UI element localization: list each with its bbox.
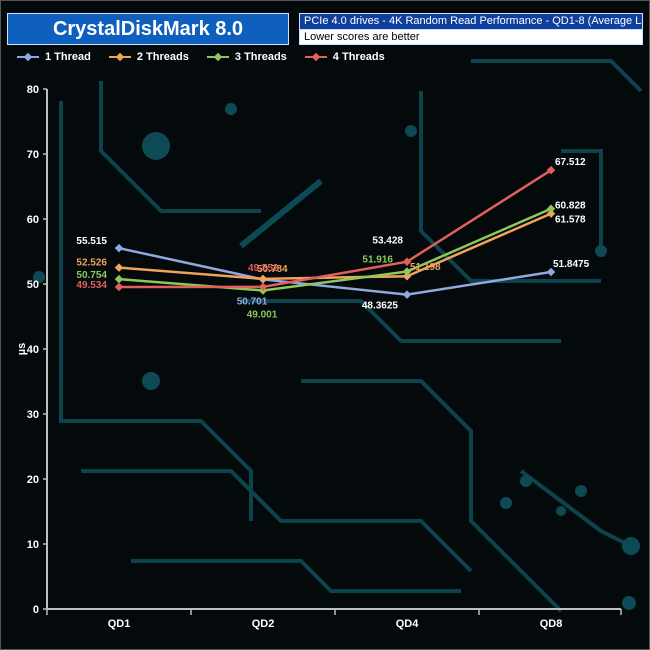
data-label: 51.198	[410, 262, 441, 273]
data-label: 49.534	[76, 280, 107, 291]
y-tick-label: 20	[27, 474, 39, 486]
data-label: 55.515	[76, 236, 107, 247]
data-label: 50.701	[237, 296, 268, 307]
y-tick-label: 0	[33, 604, 39, 616]
data-point	[258, 274, 268, 284]
data-point	[114, 274, 124, 284]
line-chart: 0 10 20 30 40 50 60 70 80 µs QD1 QD2 QD4 QD8 55.515 50.…	[16, 84, 622, 630]
data-label: 60.828	[555, 201, 586, 212]
y-tick-label: 70	[27, 149, 39, 161]
data-label: 49.552	[248, 263, 279, 274]
x-tick-label: QD2	[252, 618, 275, 630]
y-tick-label: 80	[27, 84, 39, 96]
data-label: 52.526	[76, 258, 107, 269]
data-label: 53.428	[372, 236, 403, 247]
x-tick-label: QD1	[108, 618, 131, 630]
y-axis-label: µs	[16, 343, 28, 355]
y-tick-label: 30	[27, 409, 39, 421]
y-tick-label: 40	[27, 344, 39, 356]
series-line	[118, 169, 552, 289]
data-point	[114, 263, 124, 272]
data-point	[402, 290, 412, 299]
y-tick-label: 60	[27, 214, 39, 226]
x-tick-label: QD8	[540, 618, 563, 630]
chart-frame: CrystalDiskMark 8.0 PCIe 4.0 drives - 4K…	[0, 0, 650, 650]
data-point	[114, 282, 124, 292]
data-point	[546, 204, 556, 213]
data-label: 49.001	[247, 309, 278, 320]
data-label: 48.3625	[362, 301, 399, 312]
data-point	[114, 243, 124, 253]
data-label: 67.512	[555, 157, 586, 168]
data-label: 51.916	[362, 255, 393, 266]
y-tick-label: 10	[27, 539, 39, 551]
series-line	[118, 212, 552, 281]
y-tick-label: 50	[27, 279, 39, 291]
data-label: 61.578	[555, 215, 586, 226]
data-label: 51.8475	[553, 259, 590, 270]
x-tick-label: QD4	[396, 618, 420, 630]
